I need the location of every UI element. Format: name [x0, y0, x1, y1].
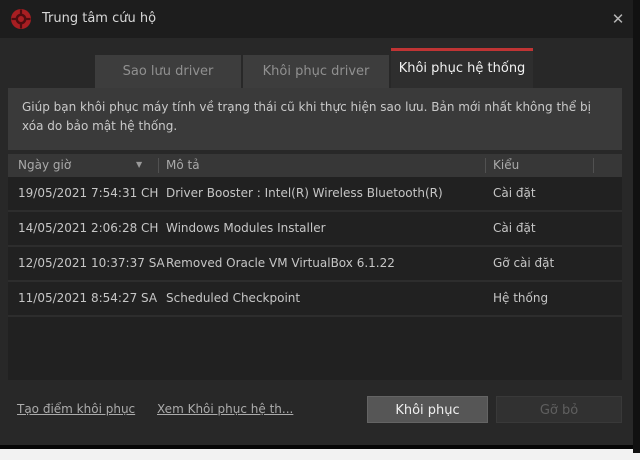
- column-divider: [593, 158, 594, 173]
- tab-khoi-phuc-he-thong[interactable]: Khôi phục hệ thống: [391, 48, 533, 88]
- row-description: Scheduled Checkpoint: [166, 291, 300, 305]
- window-title: Trung tâm cứu hộ: [42, 11, 156, 26]
- table-row[interactable]: 12/05/2021 10:37:37 SA Removed Oracle VM…: [8, 247, 622, 282]
- row-description: Driver Booster : Intel(R) Wireless Bluet…: [166, 186, 443, 200]
- table-header: Ngày giờ ▼ Mô tả Kiểu: [8, 154, 622, 177]
- row-type: Gỡ cài đặt: [493, 256, 554, 270]
- column-divider: [485, 158, 486, 173]
- row-datetime: 12/05/2021 10:37:37 SA: [18, 256, 165, 270]
- column-header-description[interactable]: Mô tả: [166, 158, 200, 172]
- rescue-center-icon: [10, 8, 32, 30]
- restore-points-table: 19/05/2021 7:54:31 CH Driver Booster : I…: [8, 177, 622, 380]
- table-row[interactable]: 11/05/2021 8:54:27 SA Scheduled Checkpoi…: [8, 282, 622, 317]
- tab-description-text: Giúp bạn khôi phục máy tính về trạng thá…: [8, 88, 622, 150]
- create-restore-point-link[interactable]: Tạo điểm khôi phục: [17, 402, 135, 416]
- row-description: Windows Modules Installer: [166, 221, 326, 235]
- row-description: Removed Oracle VM VirtualBox 6.1.22: [166, 256, 395, 270]
- tab-sao-luu-driver[interactable]: Sao lưu driver: [95, 55, 241, 88]
- column-header-type[interactable]: Kiểu: [493, 158, 519, 172]
- titlebar: Trung tâm cứu hộ ✕: [0, 0, 633, 38]
- table-row[interactable]: 14/05/2021 2:06:28 CH Windows Modules In…: [8, 212, 622, 247]
- desktop-background-strip: [633, 0, 640, 453]
- remove-button[interactable]: Gỡ bỏ: [496, 396, 622, 423]
- close-icon[interactable]: ✕: [606, 8, 630, 30]
- column-header-datetime[interactable]: Ngày giờ: [18, 158, 71, 172]
- row-datetime: 11/05/2021 8:54:27 SA: [18, 291, 157, 305]
- row-type: Hệ thống: [493, 291, 548, 305]
- row-datetime: 14/05/2021 2:06:28 CH: [18, 221, 158, 235]
- tab-khoi-phuc-driver[interactable]: Khôi phục driver: [243, 55, 389, 88]
- view-system-restore-link[interactable]: Xem Khôi phục hệ th...: [157, 402, 293, 416]
- row-datetime: 19/05/2021 7:54:31 CH: [18, 186, 158, 200]
- rescue-center-window: Trung tâm cứu hộ ✕ Sao lưu driver Khôi p…: [0, 0, 633, 449]
- restore-button[interactable]: Khôi phục: [367, 396, 488, 423]
- row-type: Cài đặt: [493, 221, 536, 235]
- column-divider: [158, 158, 159, 173]
- sort-desc-icon[interactable]: ▼: [136, 160, 142, 169]
- table-row[interactable]: 19/05/2021 7:54:31 CH Driver Booster : I…: [8, 177, 622, 212]
- row-type: Cài đặt: [493, 186, 536, 200]
